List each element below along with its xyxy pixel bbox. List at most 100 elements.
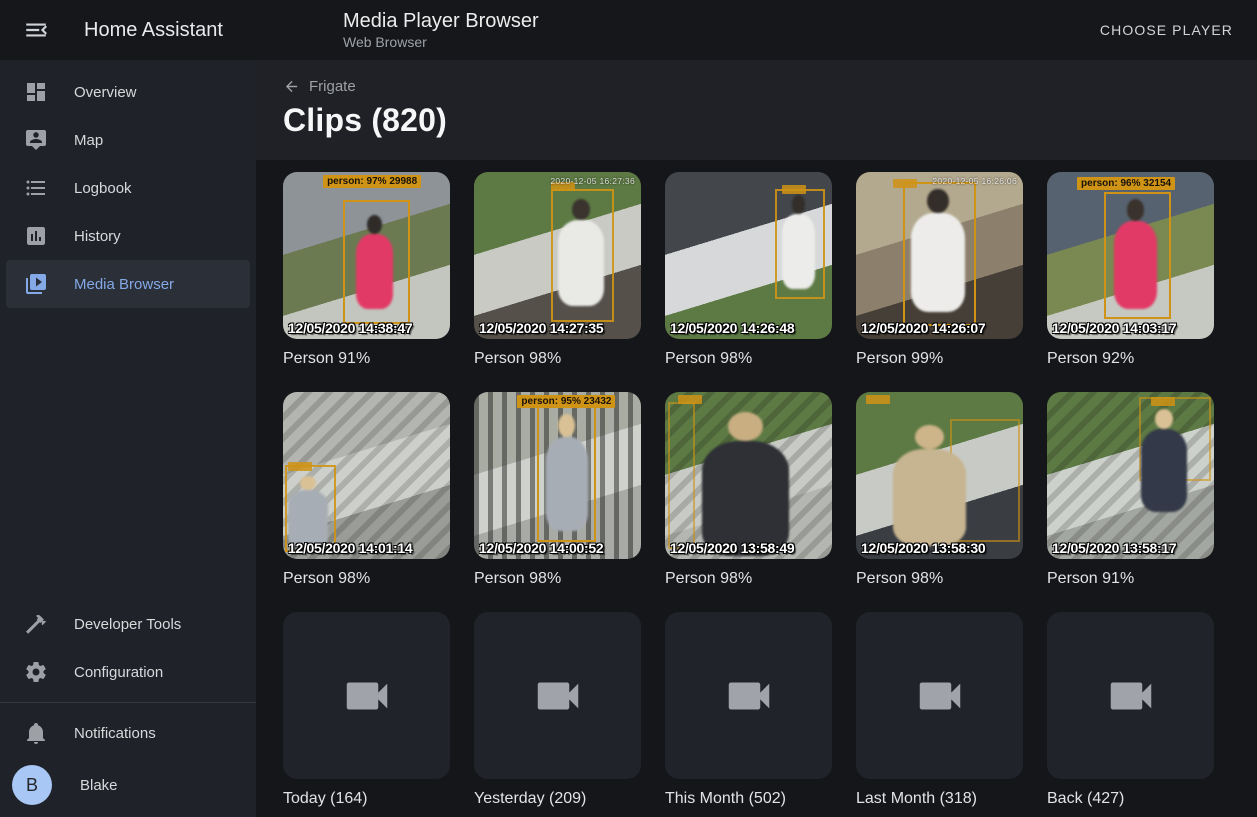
clip-caption: Person 98% <box>665 569 832 588</box>
sidebar-item-label: Logbook <box>74 180 132 197</box>
clip-card[interactable]: person: 96% 32154 12/05/2020 14:03:17 Pe… <box>1047 172 1214 368</box>
media-grid: person: 97% 29988 12/05/2020 14:38:47 Pe… <box>283 172 1257 808</box>
clip-caption: Person 92% <box>1047 349 1214 368</box>
person-silhouette <box>1114 199 1157 309</box>
video-camera-icon <box>1104 669 1158 723</box>
clip-card[interactable]: 2020-12-05 16:26:06 12/05/2020 14:26:07 … <box>856 172 1023 368</box>
sidebar-item-logbook[interactable]: Logbook <box>6 164 250 212</box>
detection-label <box>1151 397 1175 406</box>
clip-caption: Person 98% <box>474 569 641 588</box>
clip-thumbnail: 2020-12-05 16:26:06 12/05/2020 14:26:07 <box>856 172 1023 339</box>
clip-card[interactable]: 12/05/2020 13:58:30 Person 98% <box>856 392 1023 588</box>
folder-thumbnail <box>1047 612 1214 779</box>
person-silhouette <box>702 412 789 556</box>
person-silhouette <box>288 476 328 549</box>
hammer-icon <box>24 612 48 636</box>
clip-card[interactable]: 12/05/2020 13:58:49 Person 98% <box>665 392 832 588</box>
arrow-left-icon <box>283 78 300 95</box>
person-silhouette <box>911 189 964 313</box>
sidebar-item-label: Developer Tools <box>74 616 181 633</box>
sidebar-item-map[interactable]: Map <box>6 116 250 164</box>
clip-card[interactable]: 12/05/2020 13:58:17 Person 91% <box>1047 392 1214 588</box>
top-app-bar: Home Assistant Media Player Browser Web … <box>0 0 1257 60</box>
clip-card[interactable]: person: 97% 29988 12/05/2020 14:38:47 Pe… <box>283 172 450 368</box>
app-title: Home Assistant <box>84 19 223 42</box>
person-body <box>702 441 789 556</box>
sidebar-item-overview[interactable]: Overview <box>6 68 250 116</box>
folder-thumbnail <box>283 612 450 779</box>
sidebar-header: Home Assistant <box>0 10 256 50</box>
person-head <box>300 476 316 491</box>
person-head <box>558 414 575 437</box>
menu-open-icon <box>23 17 49 43</box>
clip-card[interactable]: 12/05/2020 14:26:48 Person 98% <box>665 172 832 368</box>
history-icon <box>24 224 48 248</box>
clip-caption: Person 99% <box>856 349 1023 368</box>
person-silhouette <box>558 199 605 306</box>
clip-caption: Person 98% <box>474 349 641 368</box>
person-body <box>356 234 393 309</box>
clip-thumbnail: 12/05/2020 13:58:17 <box>1047 392 1214 559</box>
sidebar-profile[interactable]: B Blake <box>6 757 250 813</box>
sidebar-nav-bottom: Developer Tools Configuration <box>0 600 256 696</box>
breadcrumb-back[interactable]: Frigate <box>283 78 356 95</box>
clip-timestamp-overlay: 12/05/2020 14:03:17 <box>1052 320 1176 336</box>
folder-card[interactable]: This Month (502) <box>665 612 832 808</box>
person-body <box>782 214 815 289</box>
sidebar-divider <box>0 702 256 703</box>
folder-card[interactable]: Today (164) <box>283 612 450 808</box>
clip-caption: Person 98% <box>283 569 450 588</box>
person-head <box>927 189 948 214</box>
person-body <box>893 449 966 545</box>
clip-thumbnail: 12/05/2020 13:58:30 <box>856 392 1023 559</box>
sidebar-item-developer-tools[interactable]: Developer Tools <box>6 600 250 648</box>
folder-label: Yesterday (209) <box>474 789 641 808</box>
sidebar-item-notifications[interactable]: Notifications <box>6 709 250 757</box>
menu-toggle-button[interactable] <box>16 10 56 50</box>
choose-player-button[interactable]: CHOOSE PLAYER <box>1092 12 1241 48</box>
header-page-subtitle: Web Browser <box>343 33 539 51</box>
video-camera-icon <box>722 669 776 723</box>
person-body <box>546 437 588 531</box>
clip-caption: Person 98% <box>856 569 1023 588</box>
sidebar-item-configuration[interactable]: Configuration <box>6 648 250 696</box>
folder-thumbnail <box>474 612 641 779</box>
clip-card[interactable]: 2020-12-05 16:27:36 12/05/2020 14:27:35 … <box>474 172 641 368</box>
folder-label: This Month (502) <box>665 789 832 808</box>
detection-label <box>782 185 806 194</box>
camera-corner-timestamp: 2020-12-05 16:27:36 <box>550 176 635 186</box>
clip-thumbnail: 12/05/2020 13:58:49 <box>665 392 832 559</box>
clip-card[interactable]: person: 95% 23432 12/05/2020 14:00:52 Pe… <box>474 392 641 588</box>
person-head <box>915 425 944 449</box>
clip-timestamp-overlay: 12/05/2020 14:38:47 <box>288 320 412 336</box>
folder-label: Today (164) <box>283 789 450 808</box>
clip-timestamp-overlay: 12/05/2020 14:26:07 <box>861 320 985 336</box>
video-camera-icon <box>531 669 585 723</box>
folder-card[interactable]: Back (427) <box>1047 612 1214 808</box>
media-browser-header: Frigate Clips (820) <box>256 60 1257 160</box>
clip-card[interactable]: 12/05/2020 14:01:14 Person 98% <box>283 392 450 588</box>
bell-icon <box>24 721 48 745</box>
clip-timestamp-overlay: 12/05/2020 14:27:35 <box>479 320 603 336</box>
sidebar-item-history[interactable]: History <box>6 212 250 260</box>
clip-caption: Person 98% <box>665 349 832 368</box>
clip-thumbnail: person: 95% 23432 12/05/2020 14:00:52 <box>474 392 641 559</box>
folder-card[interactable]: Yesterday (209) <box>474 612 641 808</box>
media-grid-container: person: 97% 29988 12/05/2020 14:38:47 Pe… <box>256 160 1257 817</box>
person-body <box>911 213 964 312</box>
clip-caption: Person 91% <box>283 349 450 368</box>
sidebar-nav: Overview Map Logbook History Media Brows… <box>0 60 256 308</box>
person-head <box>1127 199 1144 221</box>
folder-card[interactable]: Last Month (318) <box>856 612 1023 808</box>
clip-thumbnail: 12/05/2020 14:26:48 <box>665 172 832 339</box>
detection-label: person: 97% 29988 <box>323 175 421 188</box>
sidebar-item-label: Media Browser <box>74 276 174 293</box>
clip-thumbnail: person: 97% 29988 12/05/2020 14:38:47 <box>283 172 450 339</box>
page-title: Clips (820) <box>283 102 1257 139</box>
sidebar-item-media-browser[interactable]: Media Browser <box>6 260 250 308</box>
map-icon <box>24 128 48 152</box>
person-silhouette <box>782 195 815 289</box>
gear-icon <box>24 660 48 684</box>
folder-label: Back (427) <box>1047 789 1214 808</box>
clip-thumbnail: person: 96% 32154 12/05/2020 14:03:17 <box>1047 172 1214 339</box>
